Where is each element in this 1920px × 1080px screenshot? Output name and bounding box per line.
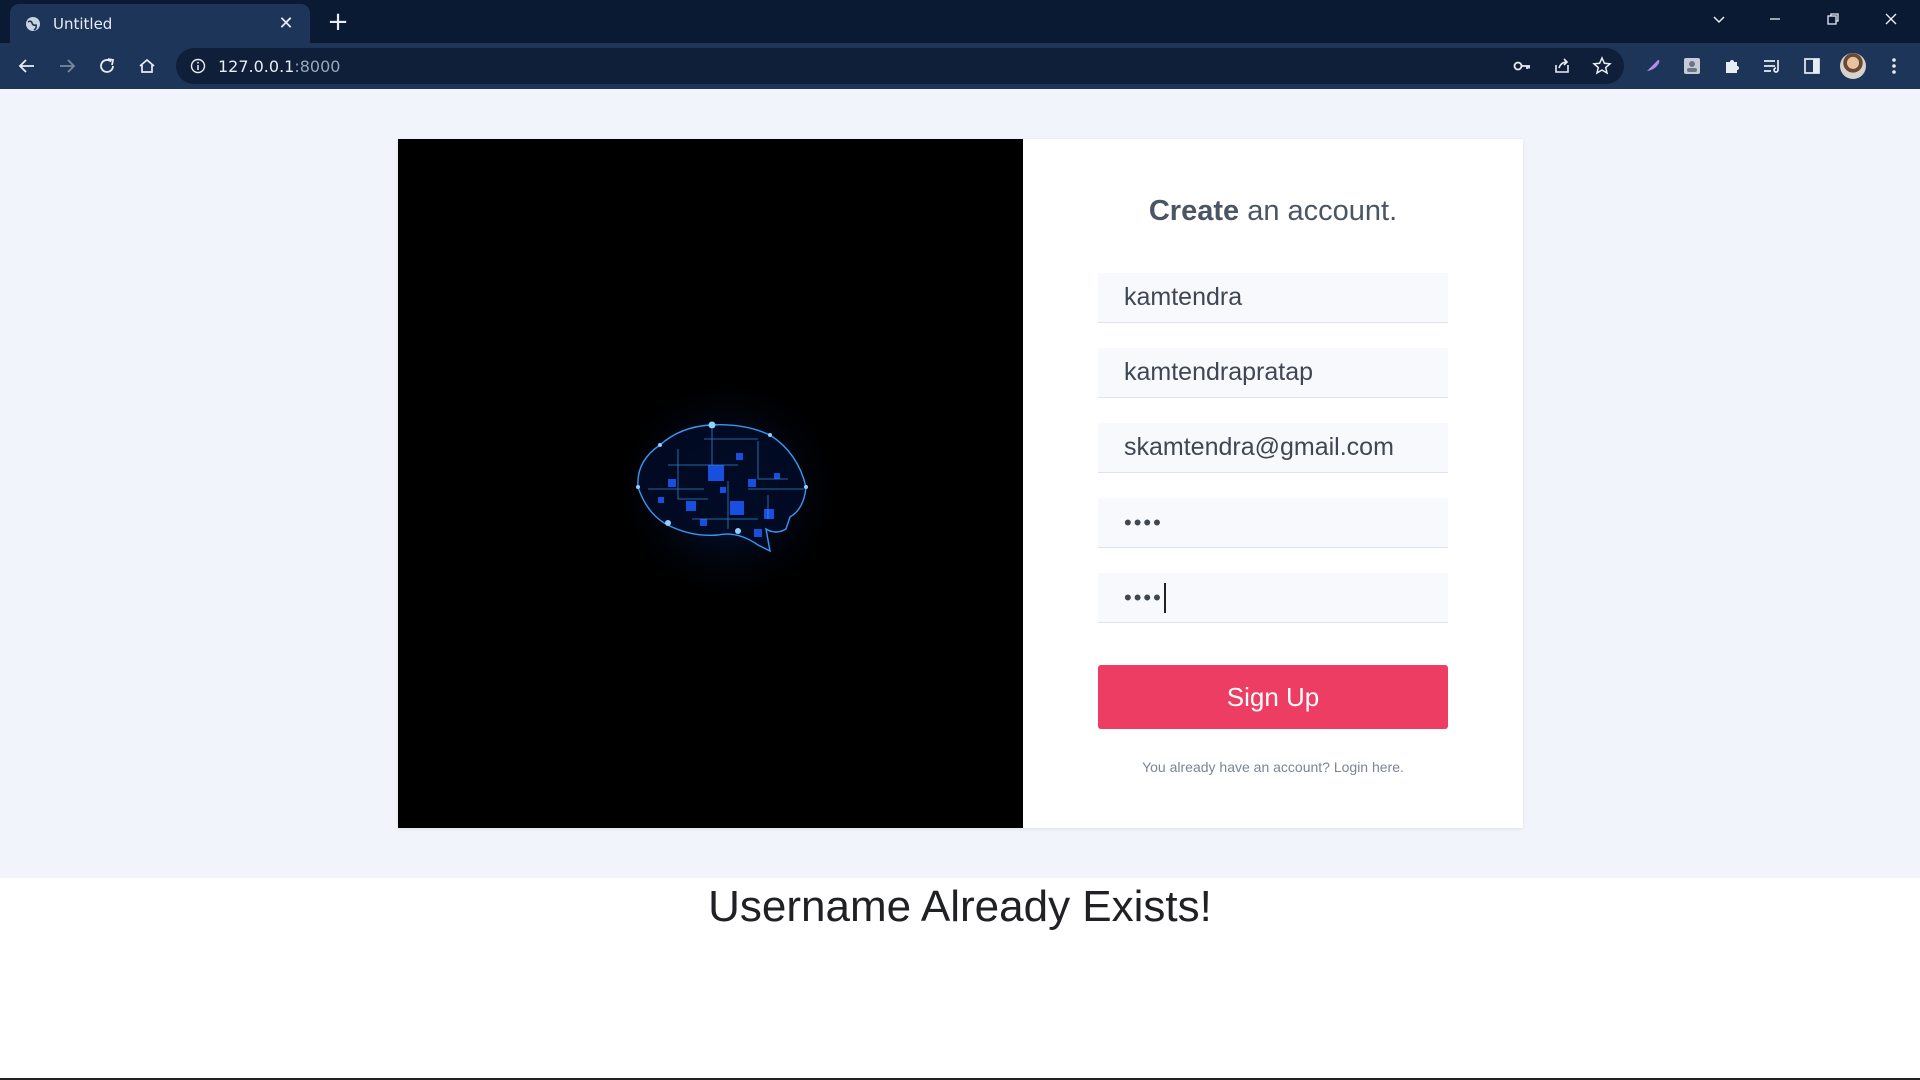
confirm-password-input[interactable]: •••• <box>1098 573 1448 623</box>
form-heading: Create an account. <box>1023 195 1523 228</box>
restore-icon[interactable] <box>1810 0 1856 38</box>
profile-avatar[interactable] <box>1840 53 1866 79</box>
password-input[interactable]: •••• <box>1098 498 1448 548</box>
window-close-icon[interactable] <box>1868 0 1914 38</box>
login-link[interactable]: You already have an account? Login here. <box>1023 759 1523 775</box>
info-icon[interactable] <box>188 56 208 76</box>
signup-card: Create an account. kamtendra kamtendrapr… <box>398 139 1523 828</box>
hero-image <box>398 139 1023 828</box>
home-icon[interactable] <box>131 50 163 82</box>
star-icon[interactable] <box>1586 50 1618 82</box>
browser-toolbar: 127.0.0.1:8000 <box>0 43 1920 89</box>
confirm-password-mask: •••• <box>1124 584 1163 610</box>
username-input[interactable]: kamtendrapratap <box>1098 348 1448 398</box>
first-name-input[interactable]: kamtendra <box>1098 273 1448 323</box>
text-caret <box>1163 582 1166 613</box>
signup-form: Create an account. kamtendra kamtendrapr… <box>1023 139 1523 828</box>
menu-icon[interactable] <box>1878 50 1910 82</box>
forward-icon[interactable] <box>51 50 83 82</box>
brain-illustration <box>610 371 846 607</box>
browser-tab[interactable]: Untitled ✕ <box>10 4 310 43</box>
new-tab-button[interactable]: + <box>324 7 352 37</box>
reload-icon[interactable] <box>91 50 123 82</box>
browser-tab-bar: Untitled ✕ + <box>0 0 1920 43</box>
minimize-icon[interactable] <box>1752 0 1798 38</box>
tab-title: Untitled <box>53 14 113 33</box>
heading-rest: an account. <box>1239 195 1398 227</box>
globe-icon <box>24 15 42 33</box>
heading-bold: Create <box>1148 195 1240 227</box>
email-input[interactable]: skamtendra@gmail.com <box>1098 423 1448 473</box>
tab-search-icon[interactable] <box>1696 0 1742 38</box>
puzzle-icon[interactable] <box>1716 50 1748 82</box>
password-mask: •••• <box>1124 509 1163 535</box>
url-host: 127.0.0.1 <box>218 56 295 76</box>
tab-close-icon[interactable]: ✕ <box>276 13 296 34</box>
feather-icon[interactable] <box>1636 50 1668 82</box>
side-panel-icon[interactable] <box>1796 50 1828 82</box>
url-text: 127.0.0.1:8000 <box>218 57 340 76</box>
address-bar[interactable]: 127.0.0.1:8000 <box>176 48 1624 84</box>
extension-icon[interactable] <box>1676 50 1708 82</box>
key-icon[interactable] <box>1506 50 1538 82</box>
reading-list-icon[interactable] <box>1756 50 1788 82</box>
sign-up-button[interactable]: Sign Up <box>1098 665 1448 729</box>
share-icon[interactable] <box>1546 50 1578 82</box>
error-message: Username Already Exists! <box>708 882 1212 931</box>
url-port: :8000 <box>294 56 341 76</box>
back-icon[interactable] <box>11 50 43 82</box>
